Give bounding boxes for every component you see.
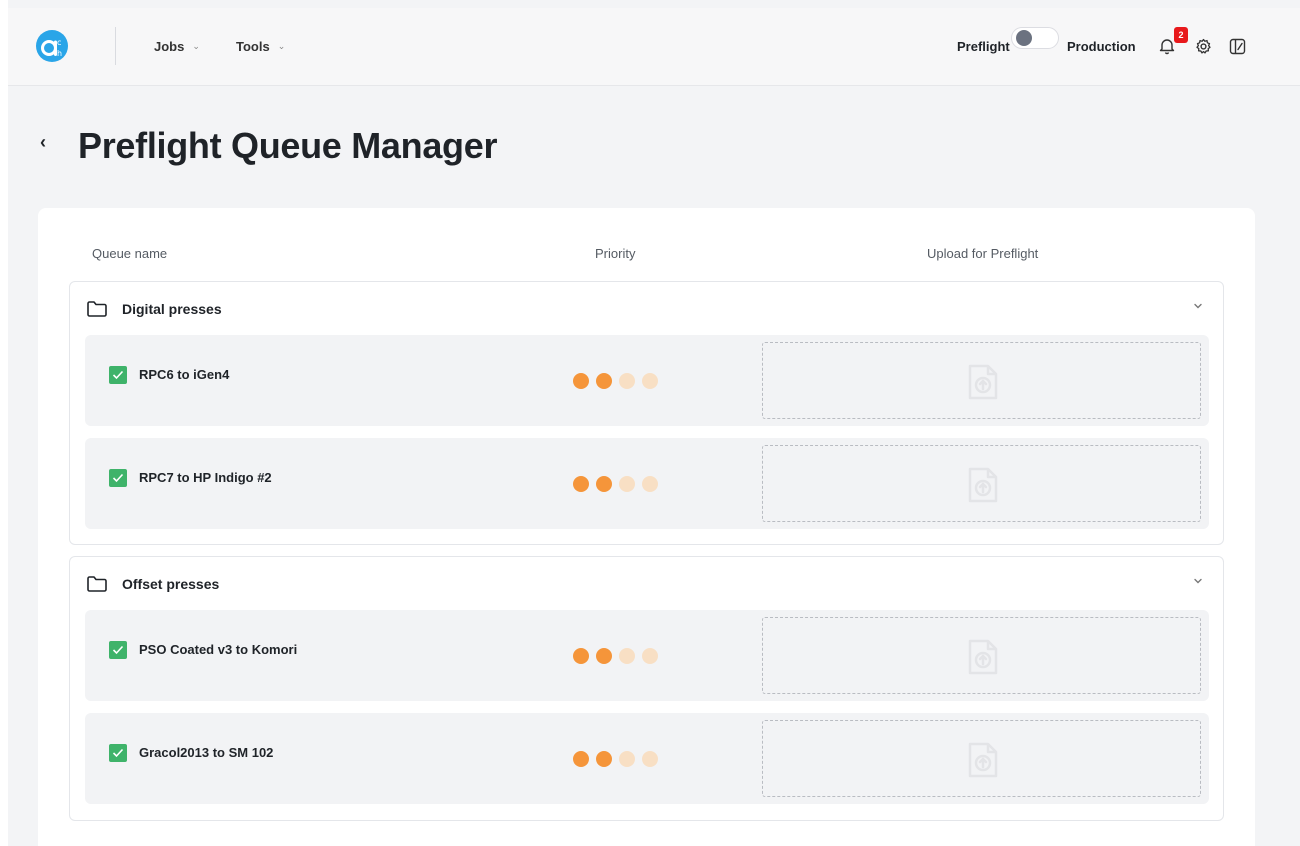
svg-text:c: c — [57, 38, 61, 47]
mode-label-preflight: Preflight — [957, 39, 1010, 54]
group-header[interactable]: Digital presses — [70, 282, 1223, 334]
file-upload-icon — [968, 364, 998, 400]
column-header-queue-name: Queue name — [92, 246, 168, 261]
priority-dot-1[interactable] — [573, 476, 589, 492]
mode-label-production: Production — [1067, 39, 1136, 54]
priority-dot-4[interactable] — [642, 648, 658, 664]
panel-toggle-icon — [1229, 38, 1246, 55]
priority-dot-2[interactable] — [596, 373, 612, 389]
priority-dot-1[interactable] — [573, 751, 589, 767]
jobs-menu-label: Jobs — [154, 39, 185, 54]
upload-dropzone[interactable] — [762, 617, 1201, 694]
upload-dropzone[interactable] — [762, 445, 1201, 522]
window-edge — [0, 0, 8, 846]
app-logo[interactable]: c h — [36, 30, 68, 62]
tools-menu-label: Tools — [236, 39, 270, 54]
priority-dot-4[interactable] — [642, 751, 658, 767]
group-title: Digital presses — [122, 301, 222, 317]
chevron-down-icon — [1194, 578, 1202, 584]
priority-dot-3[interactable] — [619, 476, 635, 492]
priority-rating[interactable] — [573, 648, 658, 664]
priority-dot-2[interactable] — [596, 476, 612, 492]
priority-rating[interactable] — [573, 751, 658, 767]
queue-group-digital-presses: Digital presses RPC6 to iGen4 RPC7 to HP… — [69, 281, 1224, 545]
queue-checkbox[interactable] — [109, 744, 127, 762]
priority-dot-3[interactable] — [619, 751, 635, 767]
priority-dot-2[interactable] — [596, 751, 612, 767]
group-title: Offset presses — [122, 576, 220, 592]
upload-dropzone[interactable] — [762, 342, 1201, 419]
queue-name: PSO Coated v3 to Komori — [139, 642, 298, 657]
priority-dot-3[interactable] — [619, 648, 635, 664]
priority-dot-3[interactable] — [619, 373, 635, 389]
file-upload-icon — [968, 742, 998, 778]
priority-rating[interactable] — [573, 373, 658, 389]
priority-dot-1[interactable] — [573, 373, 589, 389]
queue-row: RPC7 to HP Indigo #2 — [85, 438, 1209, 529]
queue-name: RPC6 to iGen4 — [139, 367, 230, 382]
back-button[interactable]: ‹ — [40, 132, 46, 153]
priority-dot-4[interactable] — [642, 373, 658, 389]
chevron-down-icon: ⌄ — [192, 41, 200, 51]
jobs-menu[interactable]: Jobs ⌄ — [154, 39, 200, 54]
folder-icon — [87, 576, 107, 592]
tools-menu[interactable]: Tools ⌄ — [236, 39, 285, 54]
notification-count-badge: 2 — [1174, 27, 1188, 43]
queue-row: RPC6 to iGen4 — [85, 335, 1209, 426]
priority-dot-1[interactable] — [573, 648, 589, 664]
svg-text:h: h — [57, 49, 62, 58]
priority-rating[interactable] — [573, 476, 658, 492]
queue-checkbox[interactable] — [109, 366, 127, 384]
gear-icon — [1196, 38, 1211, 54]
queue-name: RPC7 to HP Indigo #2 — [139, 470, 272, 485]
queue-checkbox[interactable] — [109, 469, 127, 487]
group-header[interactable]: Offset presses — [70, 557, 1223, 609]
file-upload-icon — [968, 467, 998, 503]
file-upload-icon — [968, 639, 998, 675]
chevron-down-icon — [1194, 303, 1202, 309]
upload-dropzone[interactable] — [762, 720, 1201, 797]
queue-group-offset-presses: Offset presses PSO Coated v3 to Komori G… — [69, 556, 1224, 821]
preflight-production-toggle[interactable] — [1011, 27, 1059, 49]
chevron-down-icon: ⌄ — [277, 41, 286, 51]
settings-button[interactable] — [1195, 38, 1212, 60]
priority-dot-4[interactable] — [642, 476, 658, 492]
queue-checkbox[interactable] — [109, 641, 127, 659]
toggle-knob — [1016, 30, 1032, 46]
queue-row: PSO Coated v3 to Komori — [85, 610, 1209, 701]
page-title: Preflight Queue Manager — [78, 125, 498, 166]
priority-dot-2[interactable] — [596, 648, 612, 664]
column-header-upload: Upload for Preflight — [927, 246, 1039, 261]
nav-divider — [115, 27, 116, 65]
panel-toggle-button[interactable] — [1229, 38, 1246, 60]
folder-icon — [87, 301, 107, 317]
column-header-priority: Priority — [595, 246, 636, 261]
top-navbar: c h Jobs ⌄ Tools ⌄ Preflight Production — [8, 8, 1300, 86]
queue-row: Gracol2013 to SM 102 — [85, 713, 1209, 804]
queue-name: Gracol2013 to SM 102 — [139, 745, 274, 760]
